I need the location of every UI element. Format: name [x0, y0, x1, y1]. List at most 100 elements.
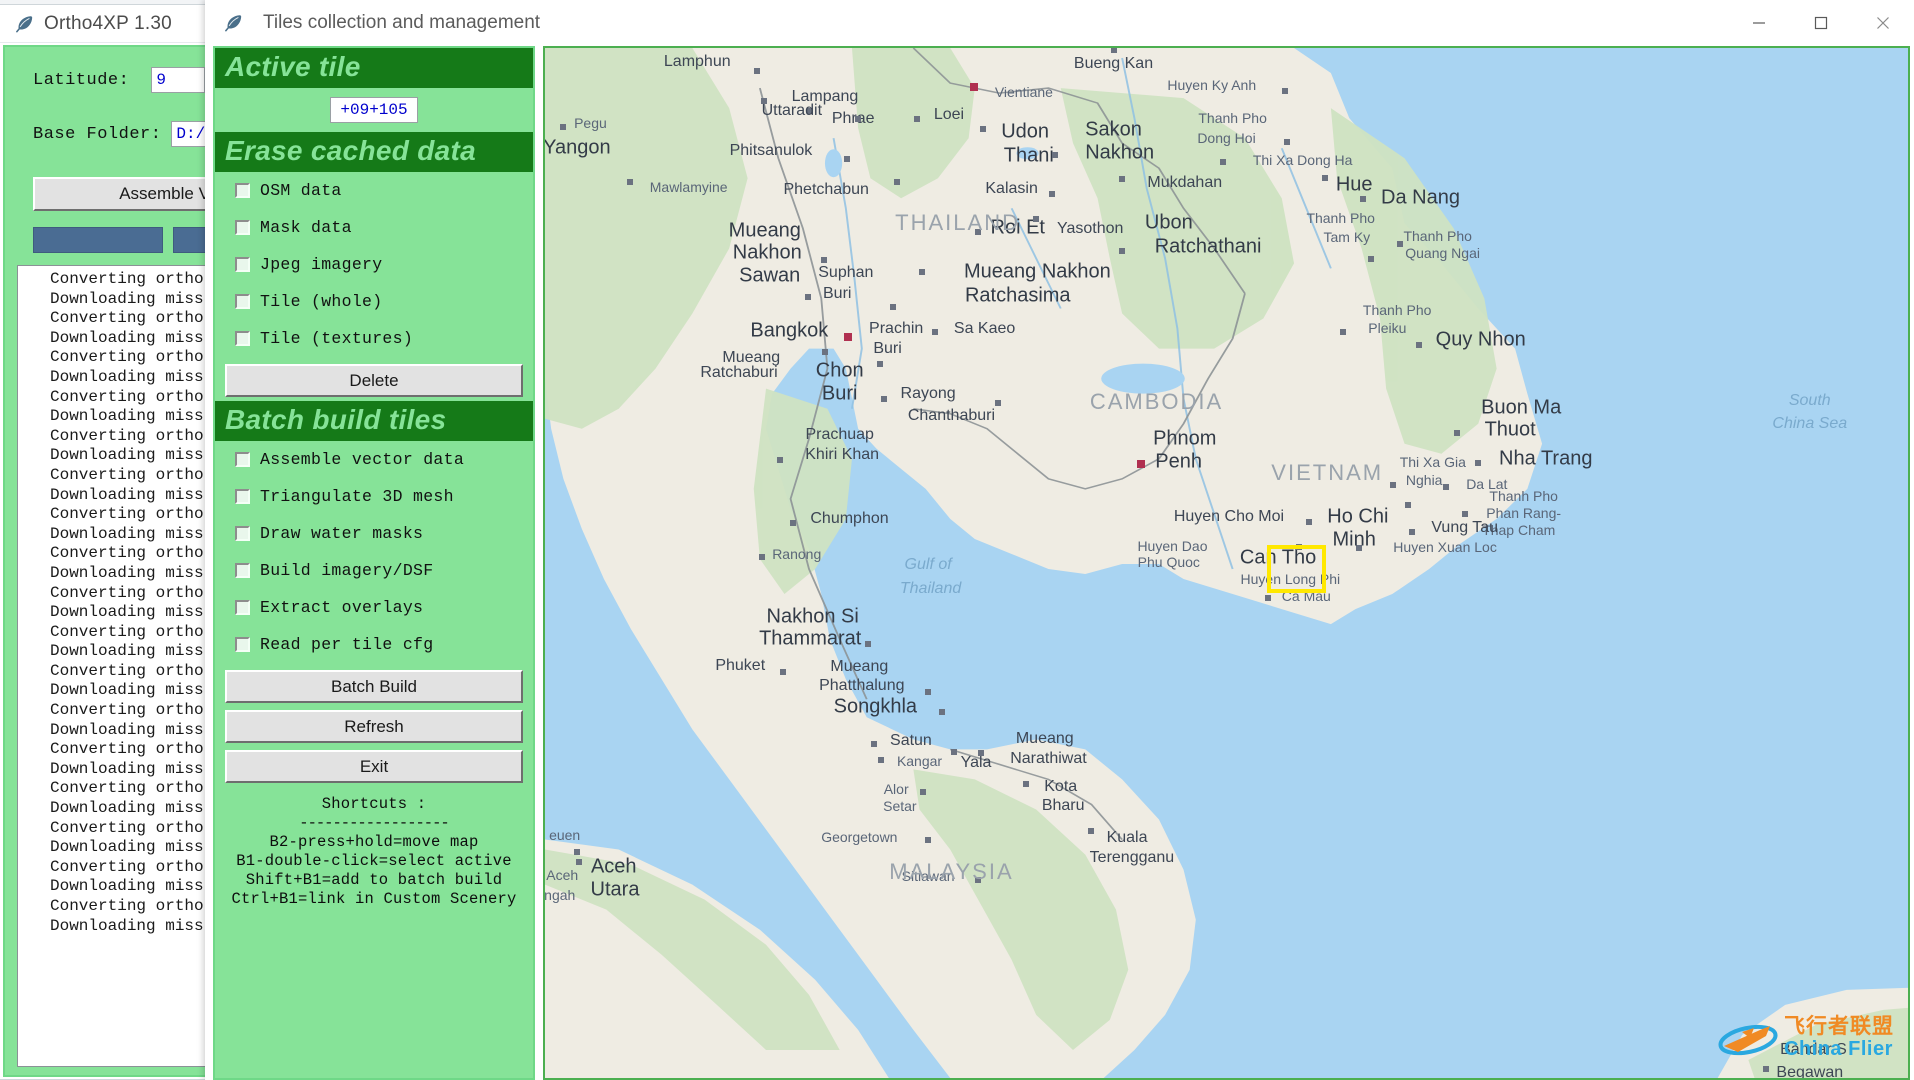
tiles-titlebar[interactable]: Tiles collection and management	[205, 0, 1914, 46]
city-marker	[1443, 483, 1450, 490]
city-marker	[1283, 139, 1290, 146]
map-geometry	[545, 48, 1908, 1078]
active-tile-input[interactable]: +09+105	[330, 97, 418, 123]
feather-icon	[14, 14, 34, 34]
city-marker	[776, 456, 783, 463]
checkbox-label: Triangulate 3D mesh	[260, 487, 454, 506]
checkbox-label: Tile (whole)	[260, 292, 383, 311]
feather-icon	[223, 13, 243, 33]
checkbox-row[interactable]: Draw water masks	[215, 515, 533, 552]
base-folder-label: Base Folder:	[33, 124, 162, 144]
city-marker	[925, 689, 932, 696]
city-marker	[1390, 481, 1397, 488]
tiles-body: Active tile +09+105 Erase cached data OS…	[205, 46, 1914, 1080]
city-marker	[975, 229, 982, 236]
shortcuts-lines: B2-press+hold=move map B1-double-click=se…	[215, 833, 533, 909]
checkbox-icon[interactable]	[235, 526, 250, 541]
city-marker	[1119, 248, 1126, 255]
city-marker	[804, 294, 811, 301]
checkbox-row[interactable]: Tile (whole)	[215, 283, 533, 320]
city-marker	[938, 709, 945, 716]
progress-bar-1	[33, 227, 163, 253]
city-marker	[820, 257, 827, 264]
city-marker	[889, 303, 896, 310]
city-marker	[780, 669, 787, 676]
city-marker	[1219, 159, 1226, 166]
close-icon	[1877, 17, 1889, 29]
minimize-button[interactable]	[1728, 0, 1790, 46]
maximize-button[interactable]	[1790, 0, 1852, 46]
checkbox-label: Read per tile cfg	[260, 635, 434, 654]
batch-build-button[interactable]: Batch Build	[225, 670, 523, 703]
checkbox-icon[interactable]	[235, 489, 250, 504]
batch-build-tiles-header: Batch build tiles	[215, 401, 533, 441]
checkbox-icon[interactable]	[235, 452, 250, 467]
checkbox-row[interactable]: Build imagery/DSF	[215, 552, 533, 589]
checkbox-icon[interactable]	[235, 183, 250, 198]
tiles-window[interactable]: Tiles collection and management Active t…	[205, 0, 1914, 1080]
latitude-input[interactable]: 9	[151, 67, 206, 93]
checkbox-icon[interactable]	[235, 257, 250, 272]
city-marker	[1408, 528, 1415, 535]
checkbox-row[interactable]: Read per tile cfg	[215, 626, 533, 663]
active-tile-header: Active tile	[215, 48, 533, 88]
map-viewport[interactable]: Lamphun Lampang Phrae Vientiane Uttaradit Loe…	[543, 46, 1910, 1080]
shortcuts-title: Shortcuts :	[321, 795, 427, 813]
capital-marker	[844, 332, 853, 341]
capital-marker	[969, 83, 978, 92]
exit-button[interactable]: Exit	[225, 750, 523, 783]
checkbox-icon[interactable]	[235, 637, 250, 652]
city-marker	[844, 156, 851, 163]
city-marker	[932, 328, 939, 335]
checkbox-row[interactable]: OSM data	[215, 172, 533, 209]
city-marker	[1033, 216, 1040, 223]
checkbox-icon[interactable]	[235, 220, 250, 235]
city-marker	[1088, 827, 1095, 834]
city-marker	[1023, 781, 1030, 788]
maximize-icon	[1814, 16, 1828, 30]
checkbox-icon[interactable]	[235, 294, 250, 309]
delete-button[interactable]: Delete	[225, 364, 523, 397]
checkbox-row[interactable]: Jpeg imagery	[215, 246, 533, 283]
city-marker	[759, 553, 766, 560]
city-marker	[950, 749, 957, 756]
ortho4xp-title: Ortho4XP 1.30	[44, 12, 172, 34]
checkbox-icon[interactable]	[235, 331, 250, 346]
city-marker	[1762, 1065, 1769, 1072]
city-marker	[1368, 256, 1375, 263]
city-marker	[573, 848, 580, 855]
city-marker	[576, 858, 583, 865]
capital-marker	[1136, 459, 1145, 468]
batch-button-group: Batch Build Refresh Exit	[215, 670, 533, 783]
close-button[interactable]	[1852, 0, 1914, 46]
shortcut-line: Ctrl+B1=link in Custom Scenery	[231, 890, 517, 908]
map-canvas[interactable]: Lamphun Lampang Phrae Vientiane Uttaradit Loe…	[545, 48, 1908, 1078]
city-marker	[1049, 191, 1056, 198]
city-marker	[864, 641, 871, 648]
checkbox-icon[interactable]	[235, 563, 250, 578]
checkbox-label: Build imagery/DSF	[260, 561, 434, 580]
city-marker	[975, 876, 982, 883]
checkbox-row[interactable]: Triangulate 3D mesh	[215, 478, 533, 515]
checkbox-row[interactable]: Tile (textures)	[215, 320, 533, 357]
city-marker	[977, 750, 984, 757]
city-marker	[1119, 176, 1126, 183]
city-marker	[871, 741, 878, 748]
city-marker	[918, 269, 925, 276]
city-marker	[1475, 459, 1482, 466]
checkbox-label: Mask data	[260, 218, 352, 237]
city-marker	[754, 68, 761, 75]
window-controls	[1728, 0, 1914, 46]
city-marker	[1396, 241, 1403, 248]
city-marker	[1340, 328, 1347, 335]
checkbox-row[interactable]: Extract overlays	[215, 589, 533, 626]
checkbox-row[interactable]: Mask data	[215, 209, 533, 246]
city-marker	[894, 179, 901, 186]
checkbox-row[interactable]: Assemble vector data	[215, 441, 533, 478]
checkbox-icon[interactable]	[235, 600, 250, 615]
city-marker	[855, 116, 862, 123]
city-marker	[1454, 429, 1461, 436]
city-marker	[880, 395, 887, 402]
batch-checkbox-group: Assemble vector data Triangulate 3D mesh D…	[215, 441, 533, 663]
refresh-button[interactable]: Refresh	[225, 710, 523, 743]
